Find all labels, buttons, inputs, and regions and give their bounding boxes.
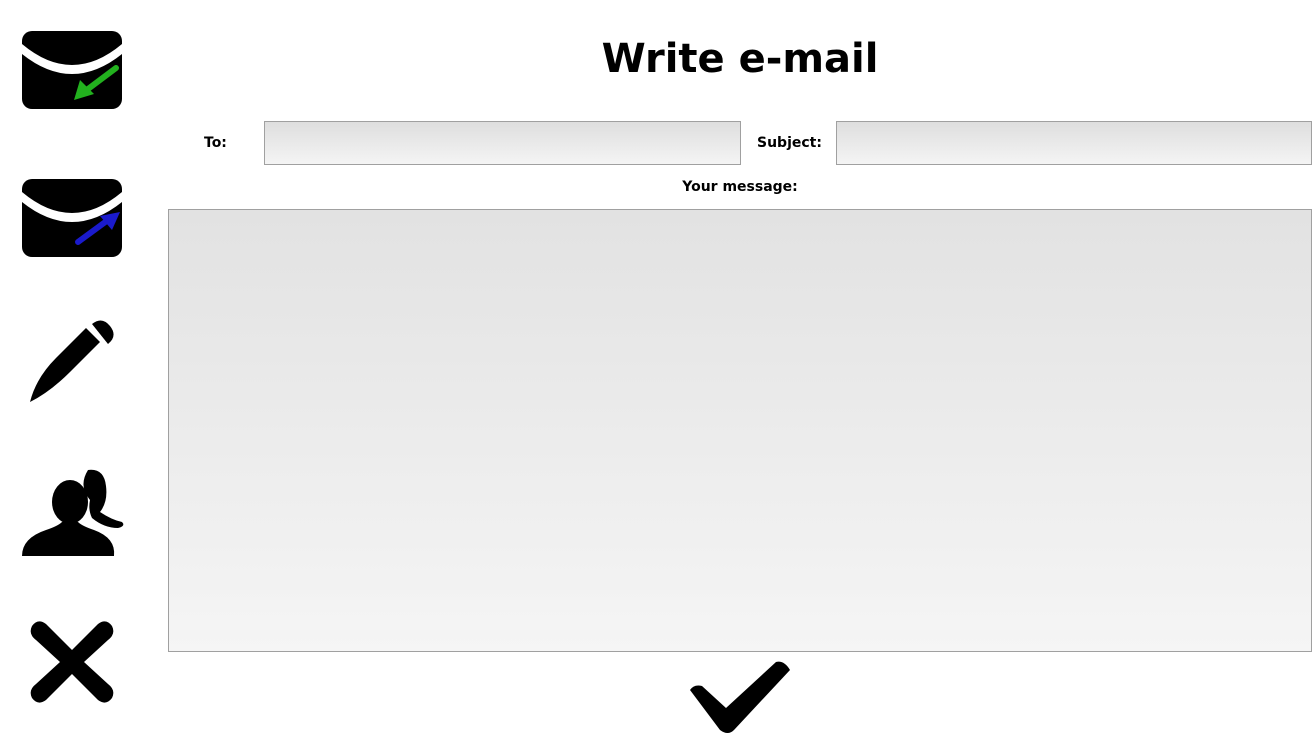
message-textarea[interactable] (168, 209, 1312, 652)
send-button[interactable] (688, 660, 792, 736)
message-label: Your message: (682, 179, 798, 195)
compose-button[interactable] (18, 318, 126, 414)
compose-screen: Write e-mail To: Subject: Your message: (0, 0, 1312, 740)
contacts-button[interactable] (18, 466, 126, 562)
to-label: To: (204, 135, 227, 151)
contacts-icon (22, 469, 124, 556)
pencil-icon (30, 320, 114, 402)
mail-inbox-icon (22, 31, 122, 109)
page-title: Write e-mail (601, 36, 879, 82)
mail-sent-icon (22, 179, 122, 257)
sent-button[interactable] (18, 176, 126, 260)
subject-label: Subject: (757, 135, 822, 151)
inbox-button[interactable] (18, 28, 126, 112)
close-button[interactable] (18, 616, 126, 708)
to-field[interactable] (264, 121, 741, 165)
close-icon (30, 621, 114, 703)
subject-field[interactable] (836, 121, 1312, 165)
checkmark-icon (690, 661, 790, 733)
